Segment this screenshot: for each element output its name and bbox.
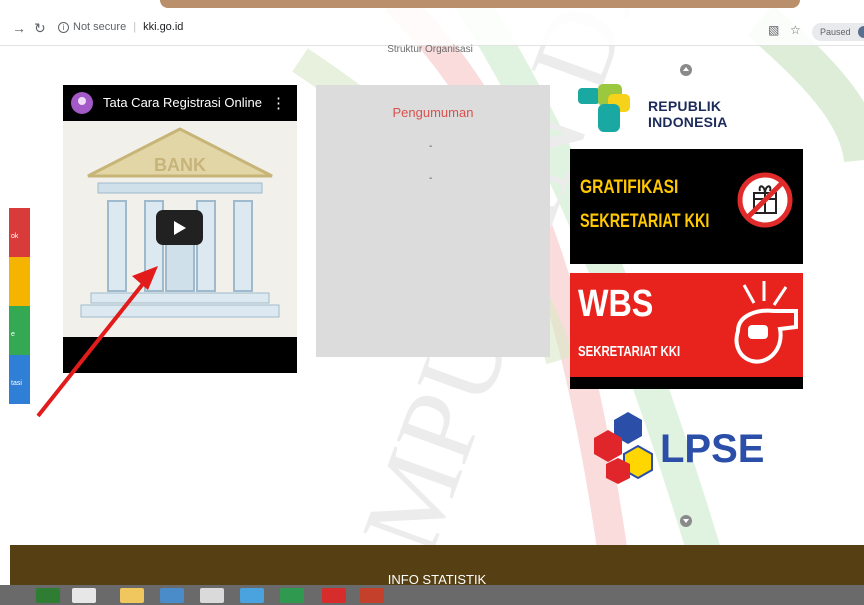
channel-avatar[interactable] [71, 92, 93, 114]
announcement-title: Pengumuman [392, 105, 474, 120]
url-text[interactable]: kki.go.id [143, 21, 183, 33]
forward-icon[interactable]: → [12, 20, 26, 36]
windows-taskbar [0, 585, 864, 605]
wbs-subtitle: SEKRETARIAT KKI [578, 343, 681, 360]
info-icon[interactable]: i [58, 21, 69, 33]
lpse-text: LPSE [660, 427, 764, 471]
tab-strip [160, 0, 800, 8]
ie-icon[interactable] [240, 588, 264, 603]
browser-toolbar: → ↻ i Not secure | kki.go.id ▧ ☆ Paused [0, 0, 864, 46]
announcement-item[interactable]: - [429, 141, 432, 152]
footer: INFO STATISTIK [10, 545, 864, 587]
side-tab-2[interactable] [9, 257, 30, 306]
app-icon[interactable] [322, 588, 346, 603]
wbs-banner[interactable]: WBS SEKRETARIAT KKI [570, 273, 803, 389]
folder-icon[interactable] [120, 588, 144, 603]
reload-icon[interactable]: ↻ [34, 20, 46, 37]
paused-label: Paused [820, 27, 851, 37]
whistle-icon [734, 281, 798, 364]
page-heading[interactable]: Struktur Organisasi [360, 44, 500, 55]
app-icon[interactable] [280, 588, 304, 603]
video-title[interactable]: Tata Cara Registrasi Online [103, 95, 262, 110]
side-tab-1[interactable]: ok [9, 208, 30, 257]
profile-paused-button[interactable]: Paused [812, 23, 864, 41]
address-bar[interactable]: i Not secure | kki.go.id [58, 21, 183, 33]
side-tab-label: e [11, 331, 15, 338]
scroll-down-icon[interactable] [680, 515, 692, 527]
side-tab-3[interactable]: e [9, 306, 30, 355]
side-tab-label: ok [11, 233, 19, 240]
hp-icon[interactable] [200, 588, 224, 603]
lpse-logo[interactable]: LPSE [584, 400, 794, 496]
announcement-item[interactable]: - [429, 173, 432, 184]
excel-icon[interactable] [36, 588, 60, 603]
star-icon[interactable]: ☆ [790, 23, 801, 37]
video-footer [63, 337, 297, 373]
bank-word: BANK [154, 155, 206, 175]
no-gift-icon [737, 172, 793, 228]
wbs-footer-strip [570, 377, 803, 389]
avatar [857, 26, 864, 38]
announcement-panel: Pengumuman - - [316, 85, 550, 357]
side-tab-label: tasi [11, 380, 22, 387]
republik-indonesia-banner[interactable]: REPUBLIK INDONESIA [574, 80, 804, 136]
firefox-icon[interactable] [160, 588, 184, 603]
side-tab-4[interactable]: tasi [9, 355, 30, 404]
video-header: Tata Cara Registrasi Online ⋮ [63, 85, 297, 121]
gratifikasi-banner[interactable]: GRATIFIKASI SEKRETARIAT KKI [570, 149, 803, 264]
security-label: Not secure [73, 21, 127, 33]
translate-icon[interactable]: ▧ [768, 23, 779, 37]
play-button[interactable] [156, 210, 203, 245]
powerpoint-icon[interactable] [360, 588, 384, 603]
kemenkes-logo [578, 84, 630, 132]
scroll-up-icon[interactable] [680, 64, 692, 76]
republik-indonesia-text: REPUBLIK INDONESIA [648, 98, 728, 130]
omnibox-separator: | [133, 21, 137, 33]
gratifikasi-title: GRATIFIKASI [580, 177, 679, 198]
video-embed[interactable]: Tata Cara Registrasi Online ⋮ BANK [63, 85, 297, 373]
gratifikasi-subtitle: SEKRETARIAT KKI [580, 211, 710, 232]
chrome-icon[interactable] [72, 588, 96, 603]
wbs-title: WBS [578, 283, 654, 325]
more-options-icon[interactable]: ⋮ [271, 94, 286, 112]
